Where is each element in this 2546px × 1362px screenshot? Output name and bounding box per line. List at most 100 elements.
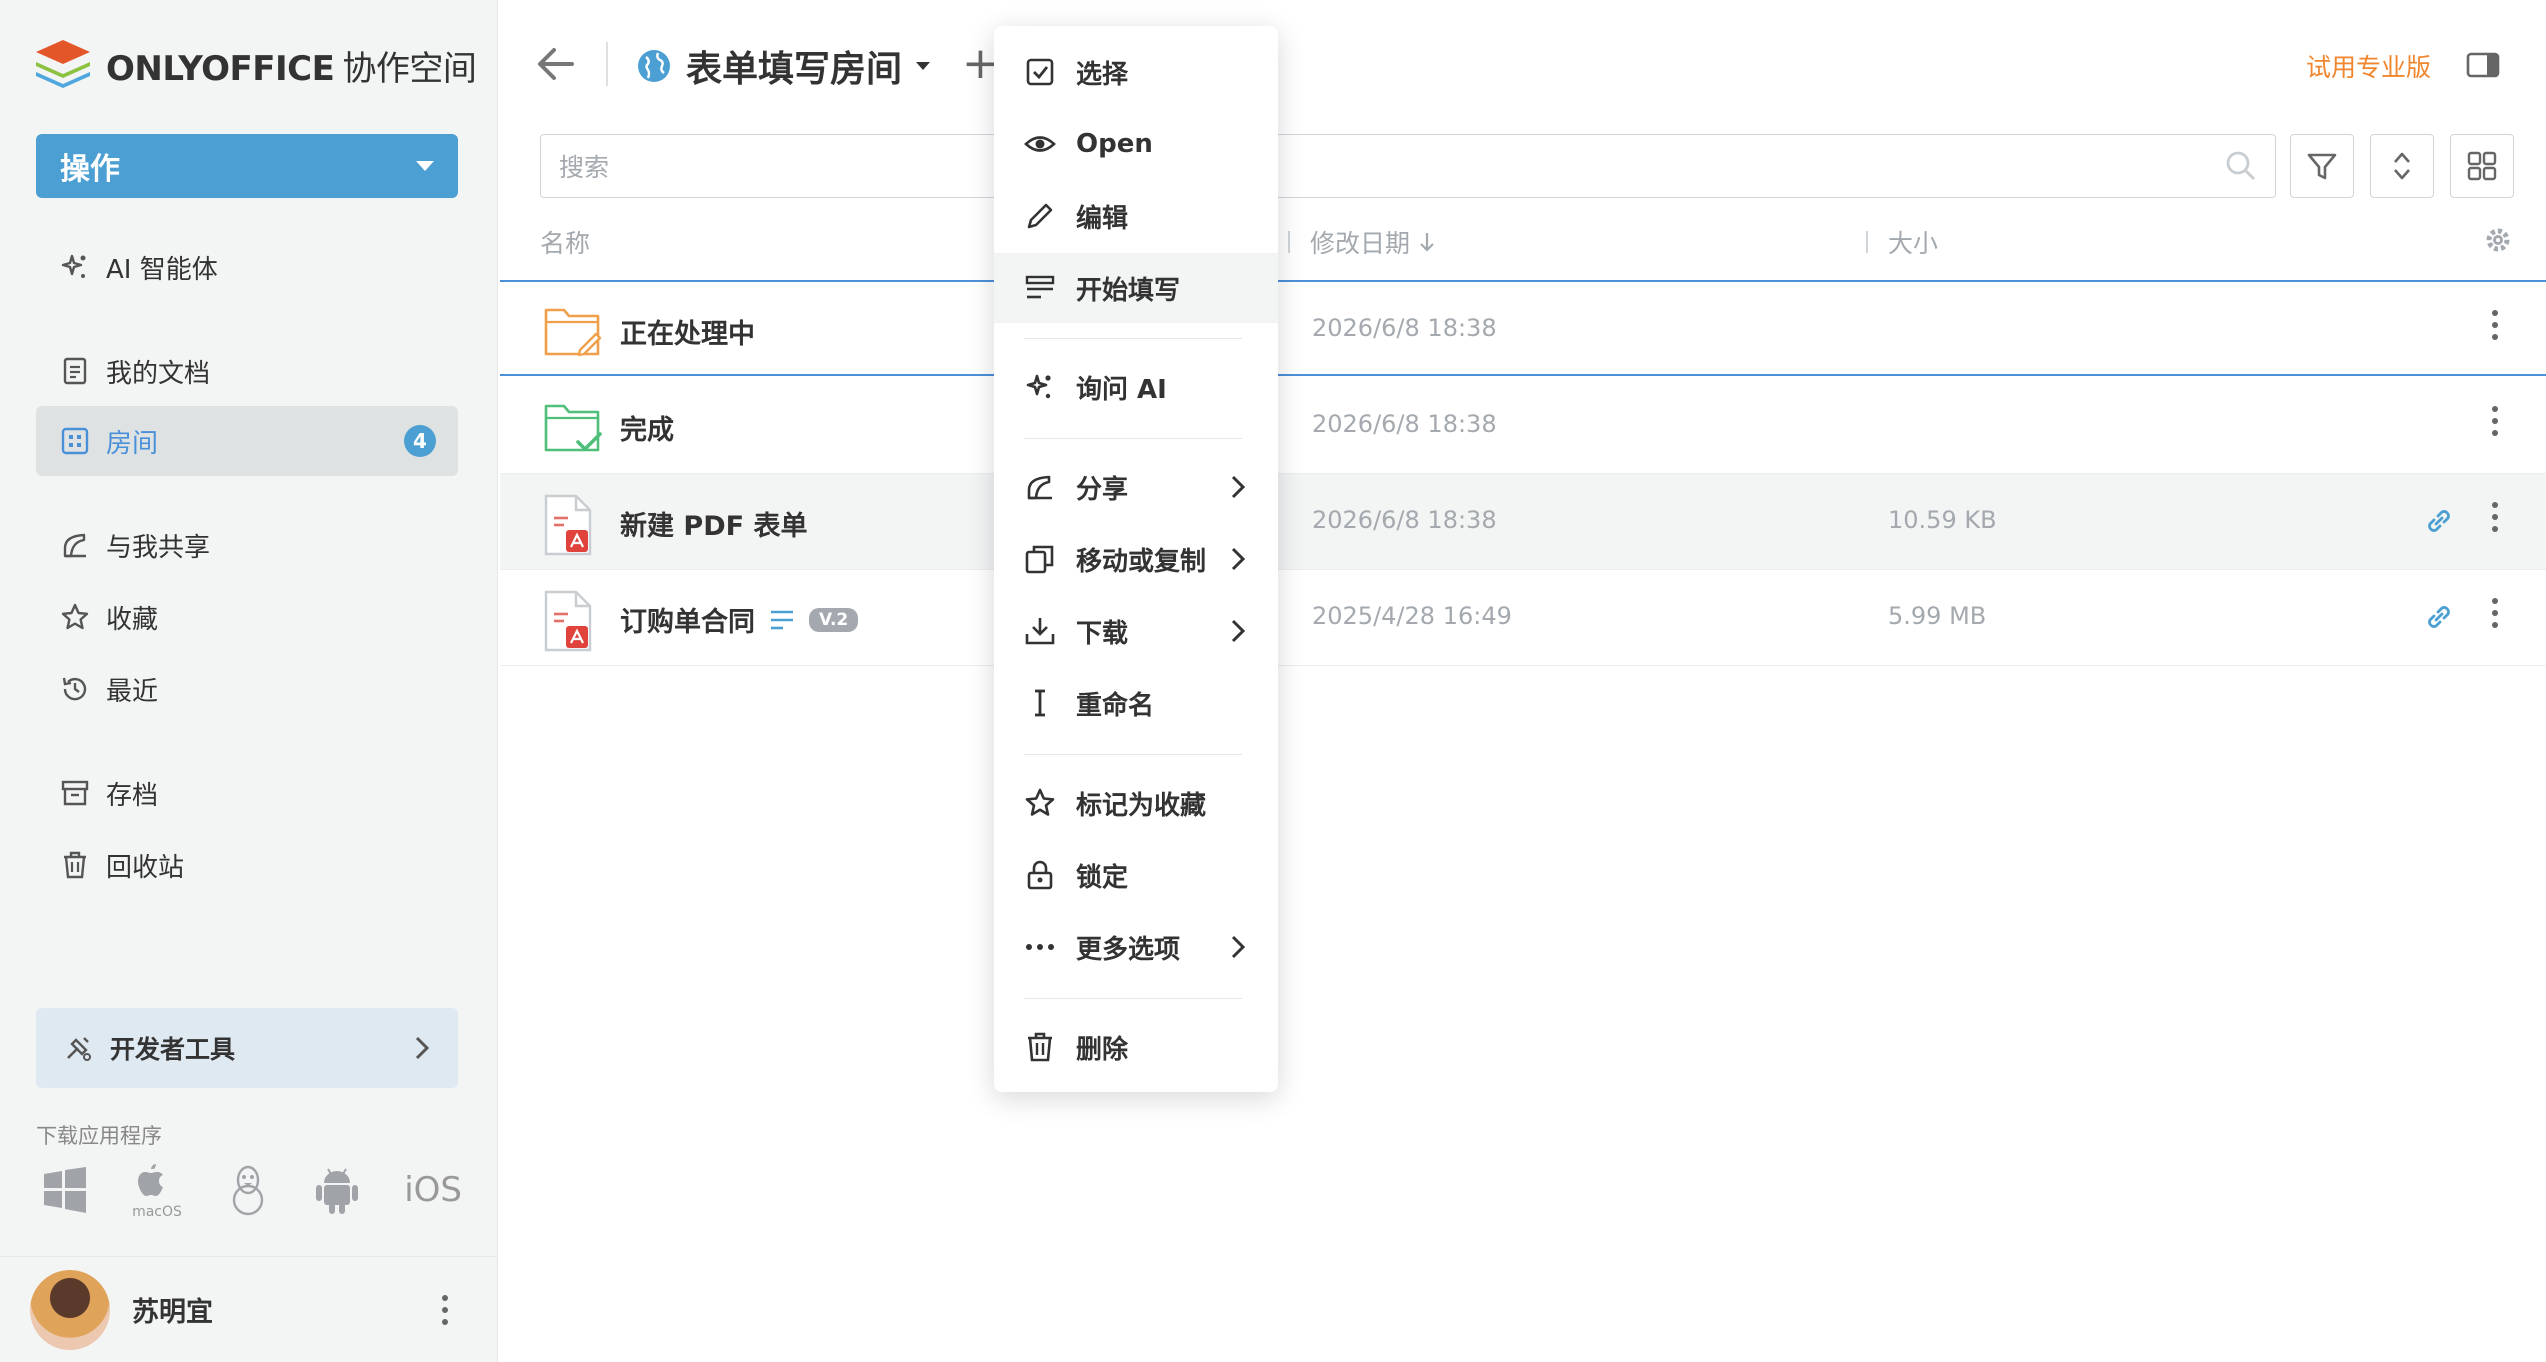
sidebar-item-label: 房间 [106, 428, 159, 459]
sidebar-item-favorites[interactable]: 收藏 [36, 582, 458, 652]
room-title[interactable]: 表单填写房间 [636, 40, 931, 92]
form-fill-status-icon [771, 610, 793, 629]
room-title-text: 表单填写房间 [686, 49, 903, 90]
folder-done-icon [544, 404, 602, 452]
windows-icon[interactable] [42, 1167, 88, 1213]
row-more-options-icon[interactable] [2492, 502, 2498, 532]
star-icon [1025, 788, 1055, 816]
macos-app-link[interactable]: macOS [132, 1160, 182, 1220]
logo[interactable]: ONLYOFFICE 协作空间 [34, 38, 477, 92]
search-input[interactable]: 搜索 [540, 134, 2276, 198]
menu-item-rename[interactable]: 重命名 [994, 668, 1278, 738]
menu-item-download[interactable]: 下载 [994, 596, 1278, 666]
developer-tools-label: 开发者工具 [110, 1035, 236, 1064]
search-icon[interactable] [2225, 150, 2257, 182]
sidebar-item-recent[interactable]: 最近 [36, 654, 458, 724]
header-divider [606, 42, 608, 86]
menu-item-select[interactable]: 选择 [994, 37, 1278, 107]
sidebar-item-trash[interactable]: 回收站 [36, 830, 458, 900]
eye-icon [1024, 136, 1056, 152]
menu-item-start-filling[interactable]: 开始填写 [994, 253, 1278, 323]
search-placeholder: 搜索 [559, 153, 610, 182]
column-header-name[interactable]: 名称 [540, 224, 590, 260]
grid-view-icon [2467, 151, 2497, 181]
avatar[interactable] [30, 1269, 110, 1350]
menu-item-lock[interactable]: 锁定 [994, 840, 1278, 910]
user-more-options-icon[interactable] [442, 1294, 448, 1325]
file-modified: 2026/6/8 18:38 [1312, 314, 1497, 342]
menu-item-share[interactable]: 分享 [994, 452, 1278, 522]
sidebar-item-shared-with-me[interactable]: 与我共享 [36, 510, 458, 580]
column-header-size[interactable]: 大小 [1866, 224, 1938, 260]
ai-sparkle-icon [1026, 374, 1051, 399]
file-name[interactable]: 正在处理中 [620, 312, 755, 351]
chevron-right-icon [1231, 547, 1246, 571]
file-size: 10.59 KB [1888, 506, 1997, 534]
filter-icon [2307, 153, 2337, 180]
trial-pro-link[interactable]: 试用专业版 [2306, 48, 2431, 84]
filter-button[interactable] [2290, 134, 2354, 198]
sidebar-item-label: 我的文档 [106, 358, 211, 389]
back-arrow-icon[interactable] [536, 44, 576, 84]
table-settings-gear-icon[interactable] [2484, 226, 2512, 254]
menu-item-move-or-copy[interactable]: 移动或复制 [994, 524, 1278, 594]
menu-item-more-options[interactable]: 更多选项 [994, 912, 1278, 982]
actions-button-label: 操作 [60, 152, 120, 187]
public-room-globe-icon [638, 50, 670, 82]
sort-button[interactable] [2370, 134, 2434, 198]
sidebar-item-label: 收藏 [106, 604, 159, 635]
sidebar-item-ai-agents[interactable]: AI 智能体 [36, 232, 458, 302]
rooms-icon [61, 427, 89, 455]
menu-separator [1024, 998, 1242, 999]
row-more-options-icon[interactable] [2492, 406, 2498, 436]
menu-item-edit[interactable]: 编辑 [994, 181, 1278, 251]
sidebar: ONLYOFFICE 协作空间 操作 AI 智能体 我的文档 房间 4 与我共享 … [0, 0, 498, 1362]
trash-icon [64, 851, 86, 879]
menu-item-delete[interactable]: 删除 [994, 1012, 1278, 1082]
form-fill-icon [1025, 275, 1055, 299]
menu-separator [1024, 754, 1242, 755]
sidebar-item-rooms[interactable]: 房间 4 [36, 406, 458, 476]
share-link-icon[interactable] [2424, 602, 2454, 632]
table-row[interactable]: 完成 2026/6/8 18:38 [500, 378, 2546, 474]
sidebar-item-label: 与我共享 [106, 532, 211, 563]
sidebar-item-label: 回收站 [106, 852, 185, 883]
table-row[interactable]: 新建 PDF 表单 2026/6/8 18:38 10.59 KB [500, 474, 2546, 570]
room-menu-caret-icon[interactable] [916, 62, 931, 70]
developer-tools-button[interactable]: 开发者工具 [36, 1008, 458, 1088]
checkbox-icon [1026, 58, 1054, 86]
sort-icon [2394, 152, 2410, 180]
table-row[interactable]: 正在处理中 2026/6/8 18:38 [500, 280, 2546, 376]
linux-icon[interactable] [226, 1164, 270, 1216]
android-icon[interactable] [314, 1165, 360, 1215]
user-profile[interactable]: 苏明宜 [0, 1256, 498, 1362]
column-header-modified[interactable]: 修改日期 [1288, 224, 1436, 260]
rooms-count-badge: 4 [404, 425, 436, 457]
folder-in-progress-icon [544, 308, 602, 357]
lock-icon [1027, 860, 1053, 890]
actions-button[interactable]: 操作 [36, 134, 458, 198]
file-name[interactable]: 订购单合同 [620, 600, 755, 639]
ios-app-link[interactable]: iOS [404, 1170, 462, 1210]
share-link-icon[interactable] [2424, 506, 2454, 536]
user-name: 苏明宜 [132, 1297, 213, 1328]
menu-item-open[interactable]: Open [994, 109, 1278, 179]
info-panel-icon[interactable] [2466, 52, 2500, 78]
version-badge[interactable]: V.2 [809, 607, 859, 632]
row-more-options-icon[interactable] [2492, 310, 2498, 340]
table-row[interactable]: 订购单合同 V.2 2025/4/28 16:49 5.99 MB [500, 570, 2546, 666]
row-more-options-icon[interactable] [2492, 598, 2498, 628]
pdf-form-icon [544, 494, 592, 556]
file-name[interactable]: 新建 PDF 表单 [620, 504, 807, 543]
menu-item-ask-ai[interactable]: 询问 AI [994, 352, 1278, 422]
file-name[interactable]: 完成 [620, 408, 674, 447]
developer-tools-icon [67, 1037, 91, 1061]
more-horizontal-icon [1026, 944, 1054, 950]
file-modified: 2025/4/28 16:49 [1312, 602, 1512, 630]
text-cursor-icon [1035, 689, 1045, 717]
sidebar-item-my-documents[interactable]: 我的文档 [36, 336, 458, 406]
menu-separator [1024, 338, 1242, 339]
view-toggle-button[interactable] [2450, 134, 2514, 198]
menu-item-mark-favorite[interactable]: 标记为收藏 [994, 768, 1278, 838]
sidebar-item-archive[interactable]: 存档 [36, 758, 458, 828]
